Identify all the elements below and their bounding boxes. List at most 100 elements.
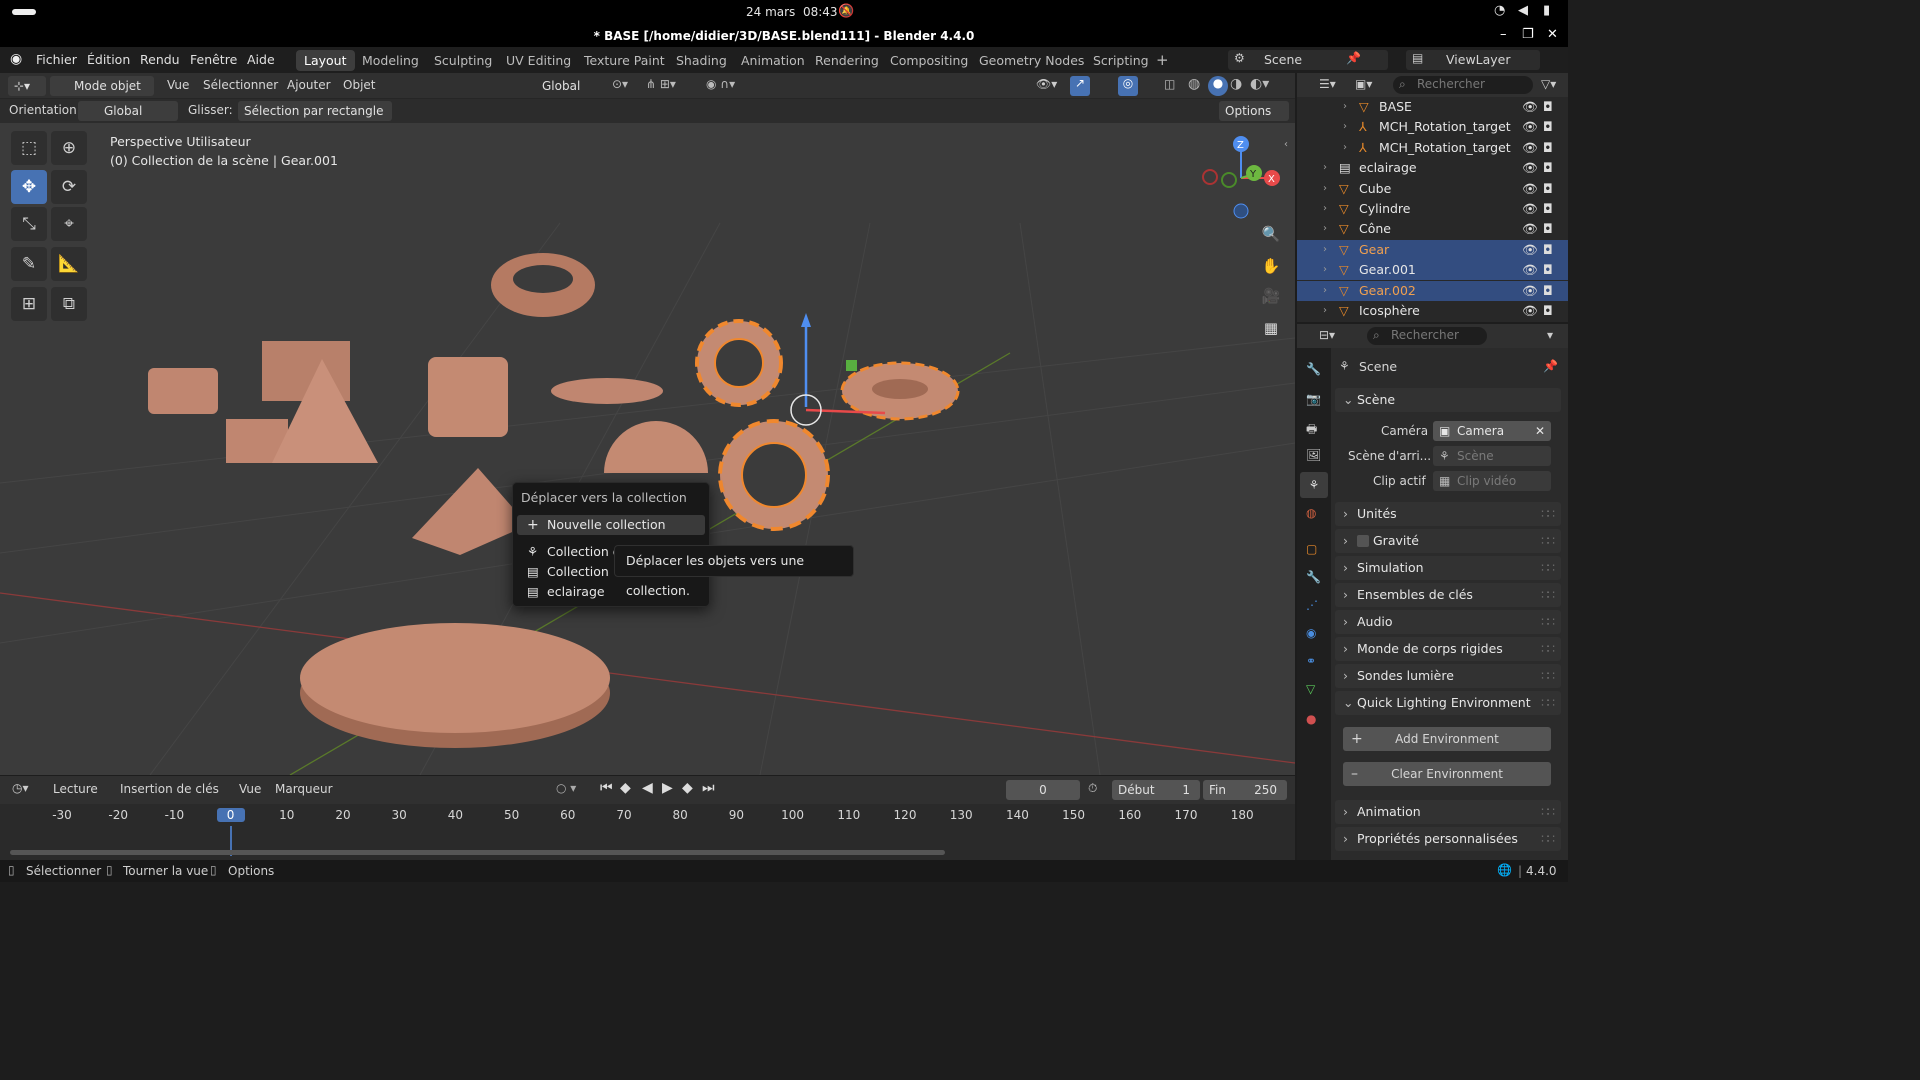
pan-hand-icon[interactable]: ✋ xyxy=(1259,257,1283,281)
render-camera-icon[interactable]: ◘ xyxy=(1543,240,1553,260)
material-tab-icon[interactable]: ● xyxy=(1306,712,1316,726)
tab-rendering[interactable]: Rendering xyxy=(807,50,887,71)
menu-edition[interactable]: Édition xyxy=(87,52,130,67)
panel-quick-lighting-environment[interactable]: ⌄ Quick Lighting Environment ∷∷ xyxy=(1335,691,1561,715)
tab-shading[interactable]: Shading xyxy=(668,50,735,71)
eye-icon[interactable]: 👁 xyxy=(1522,158,1538,178)
drag-handle-icon[interactable]: ∷∷ xyxy=(1541,583,1555,607)
camera-view-icon[interactable]: 🎥 xyxy=(1259,287,1283,311)
render-tab-icon[interactable]: 📷 xyxy=(1306,392,1321,406)
visibility-icon[interactable]: 👁▾ xyxy=(1036,77,1057,91)
shading-material-icon[interactable]: ◑ xyxy=(1230,76,1242,92)
drag-handle-icon[interactable]: ∷∷ xyxy=(1541,610,1555,634)
mode-selector[interactable]: Mode objet xyxy=(50,76,154,96)
properties-pin-icon[interactable]: 📌 xyxy=(1543,359,1558,373)
outliner-row[interactable]: › ▽ Gear.001 👁 ◘ xyxy=(1297,260,1568,281)
particles-tab-icon[interactable]: ⋰ xyxy=(1306,598,1318,612)
outliner[interactable]: ☰▾ ▣▾ ⌕ Rechercher ▽▾ › ▽ BASE 👁 ◘ › ⅄ MCH_Rota… xyxy=(1297,73,1568,322)
eye-icon[interactable]: 👁 xyxy=(1522,240,1538,260)
annotate-tool[interactable]: ✎ xyxy=(11,247,47,281)
timeline-menu-marqueur[interactable]: Marqueur xyxy=(275,782,333,796)
expand-chevron-icon[interactable]: › xyxy=(1323,301,1327,321)
select-box-tool[interactable]: ⬚ xyxy=(11,131,47,165)
outliner-row[interactable]: › ▽ BASE 👁 ◘ xyxy=(1297,97,1568,117)
end-frame-field[interactable]: Fin 250 xyxy=(1203,780,1287,800)
physics-tab-icon[interactable]: ◉ xyxy=(1306,626,1316,640)
render-camera-icon[interactable]: ◘ xyxy=(1543,138,1553,158)
drag-handle-icon[interactable]: ∷∷ xyxy=(1541,637,1555,661)
render-camera-icon[interactable]: ◘ xyxy=(1543,97,1553,117)
disc-object[interactable] xyxy=(300,623,610,733)
navigation-gizmo[interactable]: Z X Y xyxy=(1196,133,1286,223)
tab-compositing[interactable]: Compositing xyxy=(882,50,976,71)
drag-handle-icon[interactable]: ∷∷ xyxy=(1541,529,1555,553)
new-collection-item[interactable]: + Nouvelle collection xyxy=(517,515,705,535)
outliner-row[interactable]: › ▽ Gear.002 👁 ◘ xyxy=(1297,280,1568,301)
eye-icon[interactable]: 👁 xyxy=(1522,219,1538,239)
object-tab-icon[interactable]: ▢ xyxy=(1306,542,1317,556)
panel-unit-s[interactable]: › Unités ∷∷ xyxy=(1335,502,1561,526)
outliner-row[interactable]: › ▽ Gear 👁 ◘ xyxy=(1297,239,1568,260)
outliner-row[interactable]: › ▽ Icosphère 👁 ◘ xyxy=(1297,301,1568,321)
timeline-menu-lecture[interactable]: Lecture xyxy=(53,782,98,796)
display-mode-icon[interactable]: ▣▾ xyxy=(1355,77,1372,91)
rotate-tool[interactable]: ⟳ xyxy=(51,170,87,204)
editor-type-icon[interactable]: ⊹▾ xyxy=(8,76,46,96)
proportional-edit-icon[interactable]: ◉ ∩▾ xyxy=(706,77,735,91)
jump-end-icon[interactable]: ⏭ xyxy=(702,780,715,796)
next-keyframe-icon[interactable]: ◆ xyxy=(682,780,693,796)
scene-canvas[interactable] xyxy=(0,123,1295,775)
properties-editor[interactable]: ⊟▾ ⌕ Rechercher ▾ 🔧 📷 🖶 🖼 ⚘ ◍ ▢ 🔧 ⋰ ◉ ⚭ … xyxy=(1297,324,1568,860)
eye-icon[interactable]: 👁 xyxy=(1522,281,1538,301)
prev-keyframe-icon[interactable]: ◆ xyxy=(620,780,631,796)
eye-icon[interactable]: 👁 xyxy=(1522,199,1538,219)
outliner-row[interactable]: › ▽ Cône 👁 ◘ xyxy=(1297,219,1568,239)
panel-scene[interactable]: ⌄ Scène xyxy=(1335,388,1561,412)
blender-logo-icon[interactable]: ◉ xyxy=(10,51,22,67)
menu-objet[interactable]: Objet xyxy=(343,78,375,92)
eye-icon[interactable]: 👁 xyxy=(1522,260,1538,280)
render-camera-icon[interactable]: ◘ xyxy=(1543,158,1553,178)
outliner-editor-icon[interactable]: ☰▾ xyxy=(1319,77,1336,91)
viewport-3d[interactable]: ⊹▾ Mode objet Vue Sélectionner Ajouter O… xyxy=(0,73,1295,775)
menu-vue[interactable]: Vue xyxy=(167,78,189,92)
pyramid-object[interactable] xyxy=(412,468,528,555)
gravity-checkbox[interactable] xyxy=(1357,535,1369,547)
menu-fenetre[interactable]: Fenêtre xyxy=(190,52,237,67)
data-tab-icon[interactable]: ▽ xyxy=(1306,682,1315,696)
gizmo-toggle-icon[interactable]: ↗ xyxy=(1070,76,1090,96)
drag-handle-icon[interactable]: ∷∷ xyxy=(1541,502,1555,526)
battery-icon[interactable]: ▮ xyxy=(1543,3,1550,18)
add-cube-tool[interactable]: ⊞ xyxy=(11,287,47,321)
eye-icon[interactable]: 👁 xyxy=(1522,117,1538,137)
panel-monde-de-corps-rigides[interactable]: › Monde de corps rigides ∷∷ xyxy=(1335,637,1561,661)
system-datetime[interactable]: 24 mars 08:43 xyxy=(746,5,838,19)
tool-tab-icon[interactable]: 🔧 xyxy=(1306,362,1321,376)
activities-indicator[interactable] xyxy=(12,9,36,15)
active-clip-field[interactable]: ▦ Clip vidéo xyxy=(1433,471,1551,491)
expand-chevron-icon[interactable]: › xyxy=(1323,260,1327,280)
clear-environment-button[interactable]: – Clear Environment xyxy=(1343,762,1551,786)
extra-tool[interactable]: ⧉ xyxy=(51,287,87,321)
eye-icon[interactable]: 👁 xyxy=(1522,138,1538,158)
panel-ensembles-de-cl-s[interactable]: › Ensembles de clés ∷∷ xyxy=(1335,583,1561,607)
drag-handle-icon[interactable]: ∷∷ xyxy=(1541,691,1555,715)
background-scene-field[interactable]: ⚘ Scène xyxy=(1433,446,1551,466)
move-gizmo-plane-handle[interactable] xyxy=(846,360,857,371)
eye-icon[interactable]: 👁 xyxy=(1522,301,1538,321)
outliner-row[interactable]: › ⅄ MCH_Rotation_target 👁 ◘ xyxy=(1297,117,1568,137)
pivot-icon[interactable]: ⊙▾ xyxy=(612,77,628,91)
timeline-menu-insertion[interactable]: Insertion de clés xyxy=(120,782,219,796)
timeline-editor[interactable]: ◷▾ Lecture Insertion de clés Vue Marqueu… xyxy=(0,776,1295,860)
properties-options-icon[interactable]: ▾ xyxy=(1547,328,1553,342)
scene-selector[interactable]: ⚙ Scene 📌 xyxy=(1228,50,1388,70)
expand-chevron-icon[interactable]: › xyxy=(1323,219,1327,239)
volume-icon[interactable]: ◀ xyxy=(1518,3,1528,18)
cube-small-object[interactable] xyxy=(148,368,218,414)
zoom-icon[interactable]: 🔍 xyxy=(1259,225,1283,249)
outliner-row[interactable]: › ▽ Cube 👁 ◘ xyxy=(1297,179,1568,199)
sphere-object[interactable] xyxy=(604,421,708,473)
transform-tool[interactable]: ⌖ xyxy=(51,207,87,241)
tab-texture-paint[interactable]: Texture Paint xyxy=(576,50,673,71)
timeline-ruler[interactable]: -30 -20 -10 0 10 20 30 40 50 60 70 80 90 100 110 120 130… xyxy=(0,804,1295,826)
